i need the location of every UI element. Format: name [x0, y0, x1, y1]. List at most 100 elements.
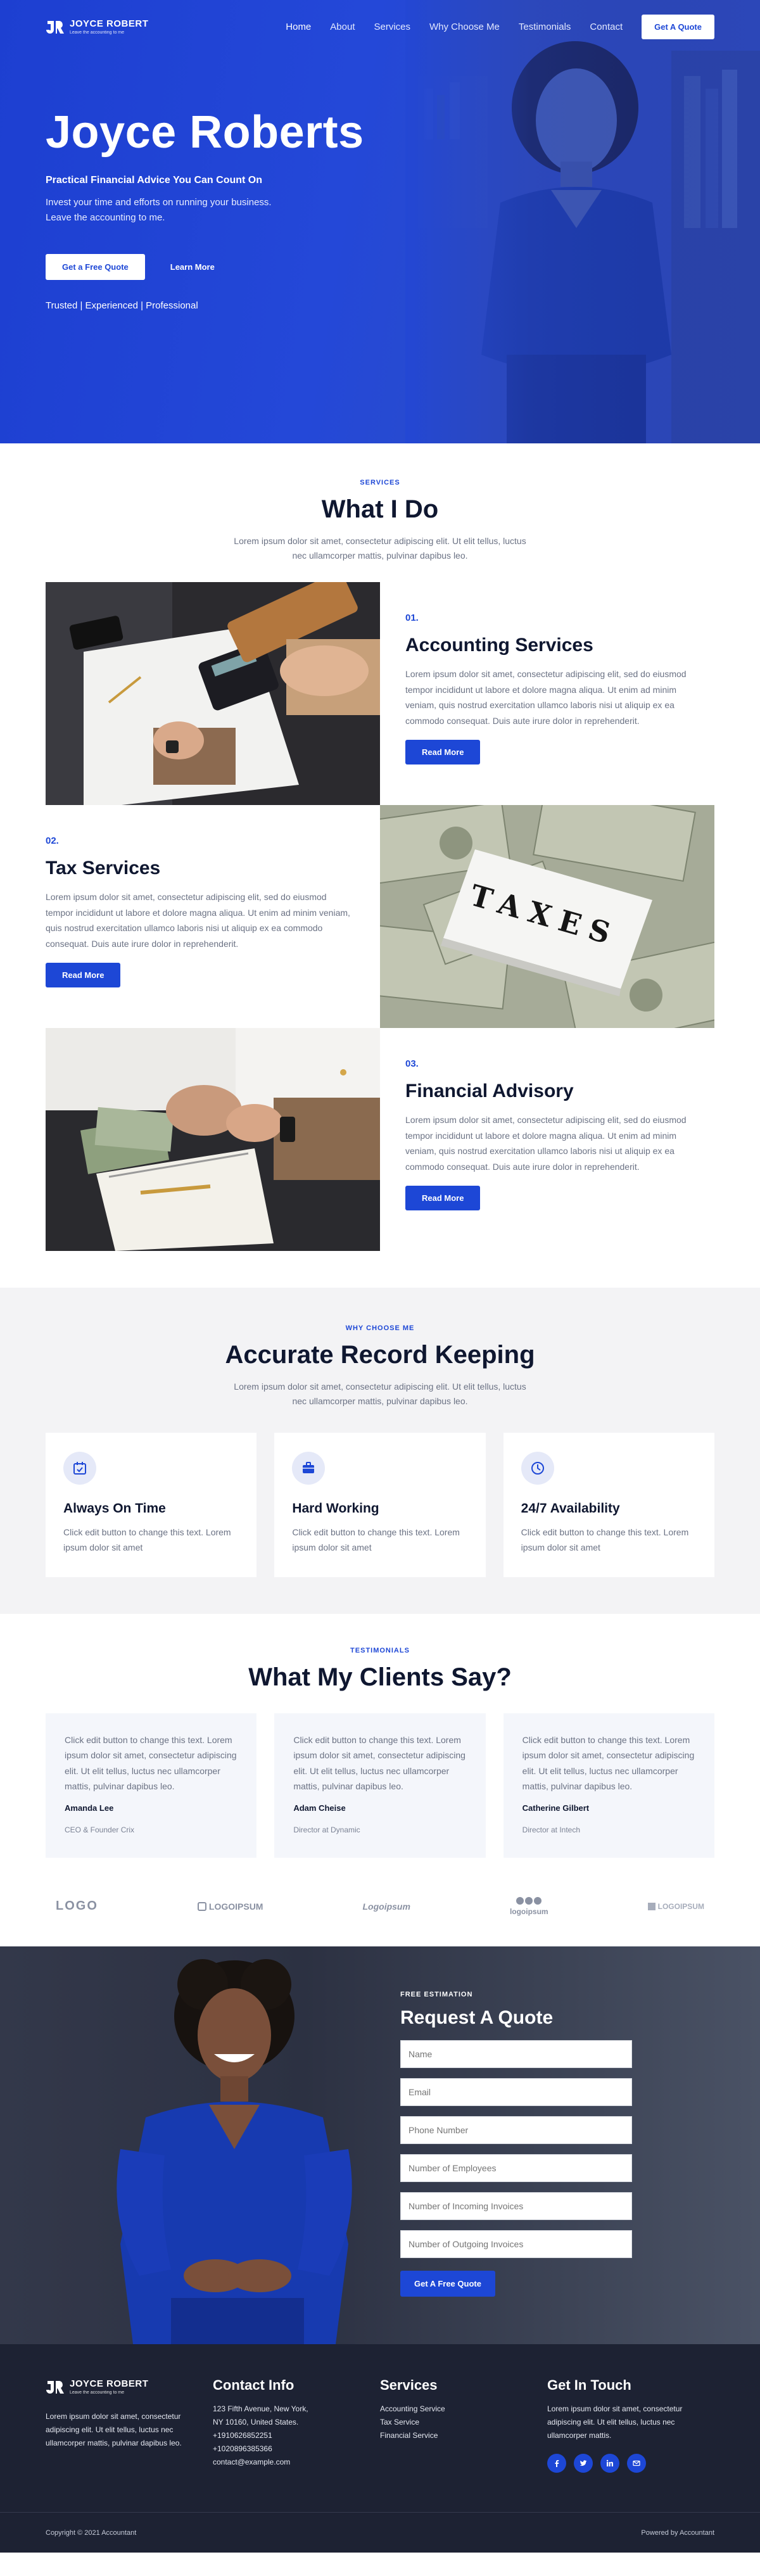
powered-by-text: Powered by Accountant — [641, 2528, 714, 2537]
trusted-tagline: Trusted | Experienced | Professional — [46, 300, 198, 312]
read-more-button[interactable]: Read More — [405, 1186, 481, 1211]
footer-touch-text: Lorem ipsum dolor sit amet, consectetur … — [547, 2404, 683, 2440]
services-title: What I Do — [321, 495, 439, 523]
feature-title: Always On Time — [63, 1501, 166, 1516]
nav-home[interactable]: Home — [286, 22, 311, 32]
feature-card: Hard Working Click edit button to change… — [274, 1433, 486, 1577]
footer-address-line: 123 Fifth Avenue, New York, — [213, 2404, 308, 2413]
footer-brand-name: JOYCE ROBERT — [70, 2378, 149, 2389]
footer-phone[interactable]: +1910626852251 — [213, 2429, 380, 2442]
footer-service-link[interactable]: Tax Service — [380, 2416, 547, 2429]
clock-icon — [521, 1452, 554, 1485]
why-label: WHY CHOOSE ME — [345, 1324, 415, 1333]
get-a-quote-button[interactable]: Get A Quote — [642, 14, 714, 39]
facebook-icon[interactable] — [547, 2453, 566, 2473]
feature-body: Click edit button to change this text. L… — [63, 1527, 231, 1553]
service-number: 02. — [46, 835, 59, 847]
hero-title: Joyce Roberts — [46, 107, 364, 158]
quote-title: Request A Quote — [400, 2007, 554, 2028]
learn-more-button[interactable]: Learn More — [154, 254, 231, 280]
service-number: 01. — [405, 612, 419, 624]
testimonials-section: TESTIMONIALS What My Clients Say? Click … — [0, 1614, 760, 1946]
advisory-photo — [46, 1028, 380, 1252]
footer-address-line: NY 10160, United States. — [213, 2417, 299, 2427]
quote-section: FREE ESTIMATION Request A Quote Get A Fr… — [0, 1946, 760, 2344]
nav-testimonials[interactable]: Testimonials — [519, 22, 571, 32]
nav-why-choose-me[interactable]: Why Choose Me — [429, 22, 500, 32]
services-label: SERVICES — [360, 479, 400, 486]
linkedin-icon[interactable] — [600, 2453, 619, 2473]
why-desc: Lorem ipsum dolor sit amet, consectetur … — [234, 1381, 526, 1407]
outgoing-invoices-field[interactable] — [400, 2230, 632, 2258]
testimonial-body: Click edit button to change this text. L… — [65, 1734, 237, 1792]
jr-logo-icon — [46, 2380, 64, 2394]
footer-contact: Contact Info 123 Fifth Avenue, New York,… — [213, 2377, 380, 2473]
footer-email[interactable]: contact@example.com — [213, 2456, 380, 2469]
testimonials-title: What My Clients Say? — [248, 1663, 512, 1691]
nav-services[interactable]: Services — [374, 22, 410, 32]
incoming-invoices-field[interactable] — [400, 2192, 632, 2220]
twitter-icon[interactable] — [574, 2453, 593, 2473]
feature-card: Always On Time Click edit button to chan… — [46, 1433, 257, 1577]
employees-field[interactable] — [400, 2154, 632, 2182]
testimonial-role: CEO & Founder Crix — [65, 1825, 135, 1834]
footer-logo[interactable]: JOYCE ROBERT Leave the accounting to me — [46, 2377, 213, 2396]
footer-about-text: Lorem ipsum dolor sit amet, consectetur … — [46, 2411, 182, 2447]
nav-contact[interactable]: Contact — [590, 22, 623, 32]
phone-field[interactable] — [400, 2116, 632, 2144]
email-field[interactable] — [400, 2078, 632, 2106]
free-quote-submit-button[interactable]: Get A Free Quote — [400, 2270, 495, 2297]
footer: JOYCE ROBERT Leave the accounting to me … — [0, 2344, 760, 2553]
client-logo: logoipsum — [510, 1896, 548, 1916]
footer-bottom-bar: Copyright © 2021 Accountant Powered by A… — [0, 2511, 760, 2553]
quote-label: FREE ESTIMATION — [400, 1990, 473, 1998]
service-number: 03. — [405, 1058, 419, 1070]
testimonial-name: Amanda Lee — [65, 1803, 114, 1813]
name-field[interactable] — [400, 2040, 632, 2068]
testimonial-body: Click edit button to change this text. L… — [522, 1734, 695, 1792]
brand-tagline: Leave the accounting to me — [70, 30, 125, 35]
email-icon[interactable] — [627, 2453, 646, 2473]
testimonial-body: Click edit button to change this text. L… — [293, 1734, 466, 1792]
hero-lead: Invest your time and efforts on running … — [46, 196, 272, 224]
testimonial-role: Director at Intech — [522, 1825, 581, 1834]
feature-title: 24/7 Availability — [521, 1501, 620, 1516]
why-title: Accurate Record Keeping — [225, 1341, 535, 1369]
free-quote-button[interactable]: Get a Free Quote — [46, 254, 145, 281]
taxes-photo: TAXES — [380, 805, 714, 1029]
hero-subtitle: Practical Financial Advice You Can Count… — [46, 174, 262, 186]
client-logo: LOGOIPSUM — [197, 1901, 263, 1912]
footer-brand-tagline: Leave the accounting to me — [70, 2390, 125, 2395]
footer-phone[interactable]: +1020896385366 — [213, 2442, 380, 2456]
testimonial-name: Catherine Gilbert — [522, 1803, 590, 1813]
testimonial-name: Adam Cheise — [293, 1803, 346, 1813]
footer-about: JOYCE ROBERT Leave the accounting to me … — [46, 2377, 213, 2473]
service-body: Lorem ipsum dolor sit amet, consectetur … — [46, 892, 350, 949]
feature-title: Hard Working — [292, 1501, 379, 1516]
client-logo: LOGO — [56, 1899, 98, 1913]
main-menu: Home About Services Why Choose Me Testim… — [286, 14, 714, 39]
footer-services: Services Accounting Service Tax Service … — [380, 2377, 547, 2473]
top-nav: JOYCE ROBERT Leave the accounting to me … — [46, 0, 714, 53]
jr-logo-icon — [46, 21, 64, 34]
nav-about[interactable]: About — [330, 22, 355, 32]
service-row-tax: 02. Tax Services Lorem ipsum dolor sit a… — [46, 805, 714, 1029]
client-logos: LOGO LOGOIPSUM Logoipsum logoipsum LOGOI… — [46, 1896, 714, 1916]
hero-section: JOYCE ROBERT Leave the accounting to me … — [0, 0, 760, 443]
testimonials-label: TESTIMONIALS — [350, 1646, 410, 1654]
service-title: Accounting Services — [405, 635, 593, 656]
service-title: Tax Services — [46, 858, 161, 879]
testimonial-card: Click edit button to change this text. L… — [274, 1713, 486, 1858]
briefcase-icon — [292, 1452, 326, 1485]
footer-service-link[interactable]: Accounting Service — [380, 2402, 547, 2416]
service-title: Financial Advisory — [405, 1081, 574, 1102]
read-more-button[interactable]: Read More — [46, 963, 121, 988]
footer-service-link[interactable]: Financial Service — [380, 2429, 547, 2442]
read-more-button[interactable]: Read More — [405, 740, 481, 765]
footer-contact-title: Contact Info — [213, 2376, 294, 2393]
testimonial-card: Click edit button to change this text. L… — [46, 1713, 257, 1858]
brand-logo[interactable]: JOYCE ROBERT Leave the accounting to me — [46, 17, 148, 36]
services-desc: Lorem ipsum dolor sit amet, consectetur … — [234, 536, 526, 561]
testimonial-role: Director at Dynamic — [293, 1825, 360, 1834]
footer-touch-title: Get In Touch — [547, 2376, 631, 2393]
